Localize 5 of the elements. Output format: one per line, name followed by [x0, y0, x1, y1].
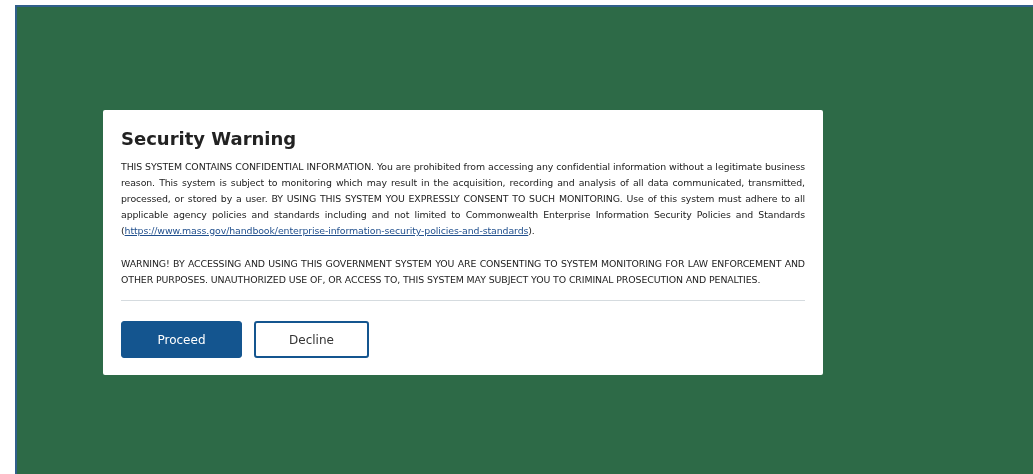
dialog-title: Security Warning [121, 127, 298, 151]
proceed-button[interactable]: Proceed [121, 321, 242, 358]
warning-paragraph: WARNING! BY ACCESSING AND USING THIS GOVERNMENT SYSTEM YOU ARE CONSENTING TO SYSTEM MONITORING FOR LAW ENFORCEMENT AND OTHER PURPOSES. UNAUTHORIZED USE OF, OR ACCESS TO, THIS SYSTEM MAY SUBJECT YOU TO CRIMINAL PROSECUTION AND PENALTIES. [121, 257, 805, 287]
warning-paragraph: THIS SYSTEM CONTAINS CONFIDENTIAL INFORMATION. You are prohibited from accessing any confidential information without a legitimate business reason. This system is subject to monitoring which may result in the acquisition, recording and analysis of all data communicated, transmitted, processed, or stored by a user. BY USING THIS SYSTEM YOU EXPRESSLY CONSENT TO SUCH MONITORING. Use of this system must adhere to all applicable agency policies and standards including and not limited to Commonwealth Enterprise Information Security Policies and Standards (https://www.mass.gov/handbook/enterprise-information-security-policies-and-standards). [121, 160, 805, 238]
decline-button[interactable]: Decline [254, 321, 369, 358]
